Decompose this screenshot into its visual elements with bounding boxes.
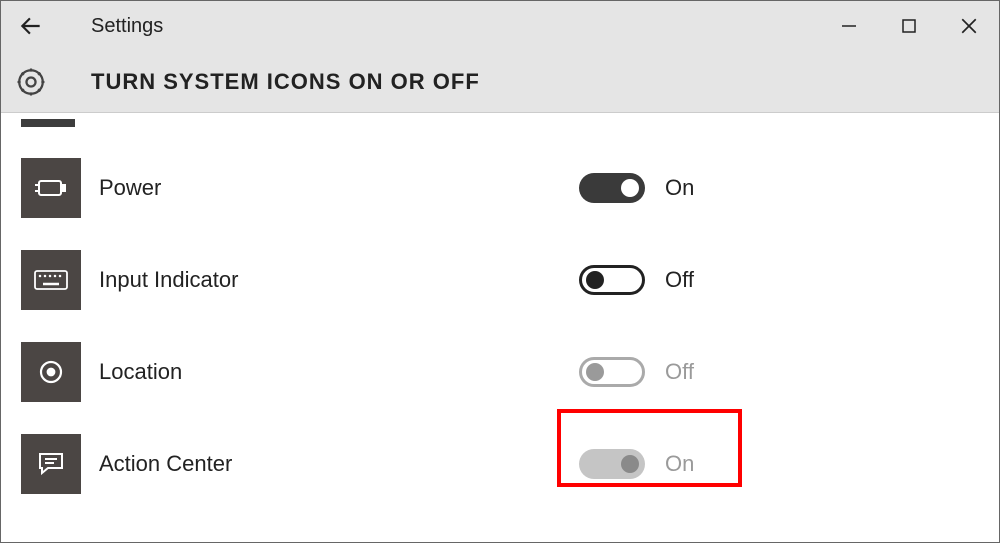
state-text-power: On xyxy=(665,175,694,201)
input-indicator-icon-tile xyxy=(21,250,81,310)
page-title: TURN SYSTEM ICONS ON OR OFF xyxy=(91,69,480,95)
settings-icon-container xyxy=(1,65,61,99)
toggle-action-center xyxy=(579,449,645,479)
battery-icon xyxy=(34,177,68,199)
state-text-input-indicator: Off xyxy=(665,267,694,293)
row-action-center: Action Center On xyxy=(1,433,999,495)
state-text-action-center: On xyxy=(665,451,694,477)
title-bar: Settings xyxy=(1,1,999,51)
action-center-icon-tile xyxy=(21,434,81,494)
action-center-icon xyxy=(36,449,66,479)
row-label-power: Power xyxy=(99,175,459,201)
maximize-icon xyxy=(901,18,917,34)
toggle-knob xyxy=(621,179,639,197)
toggle-knob xyxy=(586,363,604,381)
toggle-knob xyxy=(586,271,604,289)
app-title: Settings xyxy=(91,15,163,38)
arrow-left-icon xyxy=(18,13,44,39)
toggle-location xyxy=(579,357,645,387)
location-icon-tile xyxy=(21,342,81,402)
toggle-knob xyxy=(621,455,639,473)
content-area: Power On Input Indicator xyxy=(1,113,999,495)
row-power: Power On xyxy=(1,157,999,219)
minimize-button[interactable] xyxy=(819,1,879,51)
power-icon-tile xyxy=(21,158,81,218)
toggle-power[interactable] xyxy=(579,173,645,203)
toggle-input-indicator[interactable] xyxy=(579,265,645,295)
minimize-icon xyxy=(841,18,857,34)
keyboard-icon xyxy=(33,268,69,292)
gear-icon xyxy=(14,65,48,99)
row-label-action-center: Action Center xyxy=(99,451,459,477)
page-header: TURN SYSTEM ICONS ON OR OFF xyxy=(1,51,999,113)
row-label-location: Location xyxy=(99,359,459,385)
row-input-indicator: Input Indicator Off xyxy=(1,249,999,311)
state-text-location: Off xyxy=(665,359,694,385)
close-button[interactable] xyxy=(939,1,999,51)
tab-underline xyxy=(21,119,75,127)
close-icon xyxy=(960,17,978,35)
maximize-button[interactable] xyxy=(879,1,939,51)
back-button[interactable] xyxy=(1,1,61,51)
window-controls xyxy=(819,1,999,51)
location-target-icon xyxy=(36,357,66,387)
row-location: Location Off xyxy=(1,341,999,403)
row-label-input-indicator: Input Indicator xyxy=(99,267,459,293)
